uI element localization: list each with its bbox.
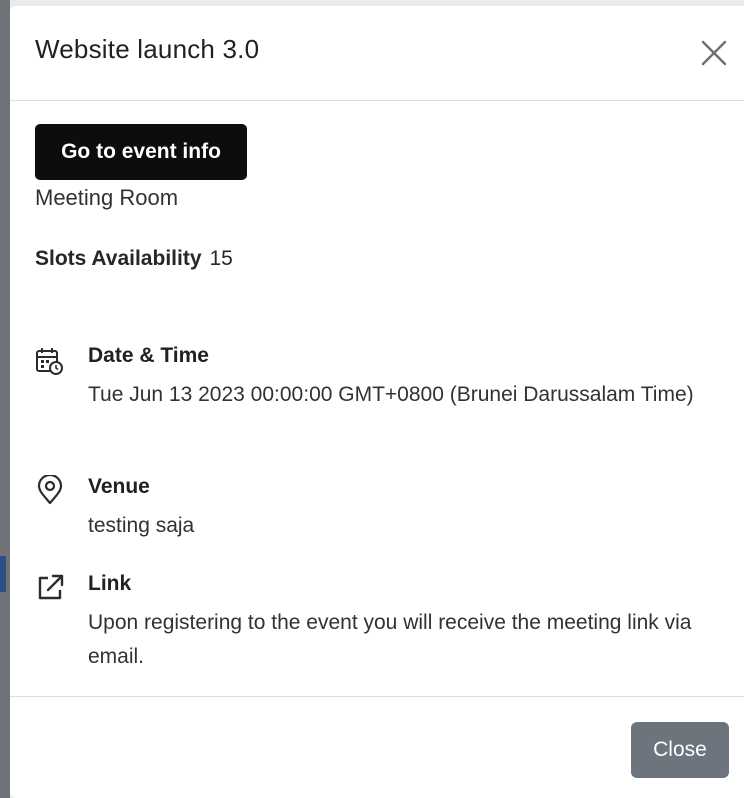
slots-availability: Slots Availability 15	[35, 247, 233, 271]
link-title: Link	[88, 572, 132, 595]
go-to-event-info-button[interactable]: Go to event info	[35, 124, 247, 180]
link-section: Link Upon registering to the event you w…	[35, 572, 714, 672]
modal-footer: Close	[10, 696, 744, 798]
venue-title: Venue	[88, 475, 150, 498]
slots-availability-label: Slots Availability	[35, 247, 202, 270]
close-button[interactable]: Close	[631, 722, 729, 778]
date-time-title: Date & Time	[88, 344, 209, 367]
external-link-icon	[38, 574, 64, 600]
venue-section: Venue testing saja	[35, 475, 714, 545]
date-time-section: Date & Time Tue Jun 13 2023 00:00:00 GMT…	[35, 344, 714, 444]
modal-header: Website launch 3.0	[10, 6, 744, 101]
calendar-clock-icon	[36, 348, 63, 375]
link-value: Upon registering to the event you will r…	[88, 611, 692, 668]
event-modal: Website launch 3.0 Go to event info Meet…	[10, 6, 744, 798]
backdrop-page-fragment	[0, 556, 6, 592]
backdrop-overlay	[0, 0, 10, 798]
room-type-label: Meeting Room	[35, 185, 179, 210]
date-time-value: Tue Jun 13 2023 00:00:00 GMT+0800 (Brune…	[88, 383, 694, 406]
venue-value: testing saja	[88, 514, 195, 537]
location-pin-icon	[37, 475, 63, 505]
close-icon[interactable]	[700, 39, 728, 67]
slots-availability-value: 15	[209, 247, 233, 270]
modal-title: Website launch 3.0	[35, 34, 260, 64]
